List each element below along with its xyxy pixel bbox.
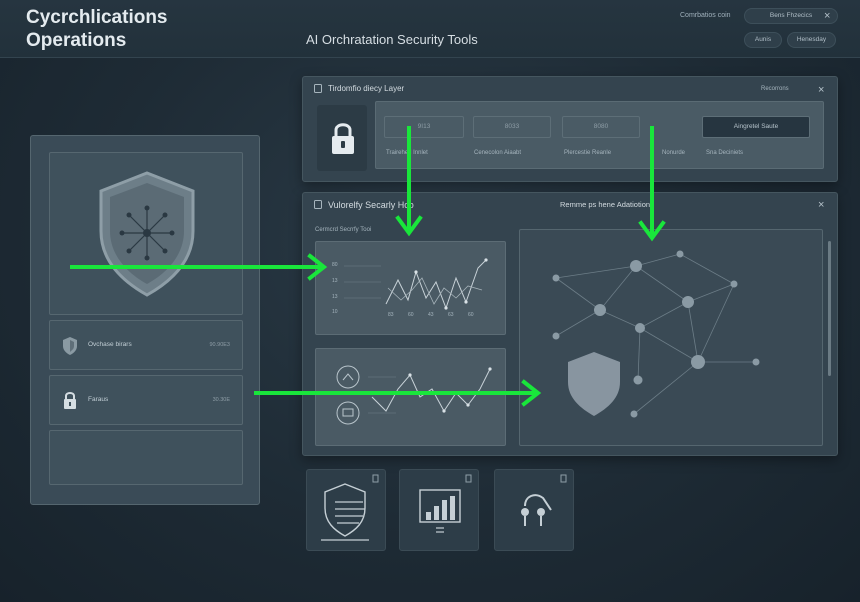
shield-card[interactable] (49, 152, 243, 315)
list-item-overview[interactable]: Ovchase birars 90.90E3 (49, 320, 243, 370)
id-field-3[interactable]: 8080 (562, 116, 640, 138)
lock-small-icon (314, 84, 322, 93)
top-pill-2-label: Aunis (754, 36, 772, 43)
page-title: AI Orchratation Security Tools (306, 32, 478, 47)
caption-4: Nonurde (662, 150, 686, 156)
top-pill-2[interactable]: Aunis (744, 32, 782, 48)
line-chart-1[interactable]: 80 13 13 10 83 60 43 63 60 (315, 241, 506, 335)
list-item-lock[interactable]: Faraus 30.30E (49, 375, 243, 425)
shield-icon (63, 337, 77, 355)
bottom-card-analytics[interactable] (399, 469, 479, 551)
app-title-line2: Operations (26, 30, 127, 51)
network-icon (521, 474, 567, 526)
identity-panel: Tirdomfio diecy Layer Recorrons × 9I13 8… (302, 76, 838, 182)
lock-tile (317, 105, 367, 171)
line-chart-2-graphic (336, 365, 492, 425)
remediation-title: Remme ps hene Adatiotion (560, 200, 651, 209)
id-field-4[interactable]: Aingretel Saute (702, 116, 810, 138)
shield-icon (568, 352, 620, 416)
close-icon[interactable]: × (818, 85, 824, 96)
top-pill-1-label: Bens Fhzecics (769, 12, 813, 19)
top-pill-3-label: Henesday (796, 36, 827, 43)
top-bar: Cycrchlications Operations AI Orchratati… (0, 0, 860, 58)
identity-fields-area: 9I13 8033 8080 Aingretel Saute Trairehed… (375, 101, 824, 169)
lock-small-icon (314, 200, 322, 209)
caption-2: Cenecolon Aiaabt (474, 150, 522, 156)
vulnerability-panel: Vulorelfy Secarly Hco Remme ps hene Adat… (302, 192, 838, 456)
caption-3: Plercestie Reanle (564, 150, 612, 156)
caption-5: Sna Deciniets (706, 150, 744, 156)
id-field-1[interactable]: 9I13 (384, 116, 464, 138)
app-title-line1: Cycrchlications (26, 7, 168, 28)
top-pill-3[interactable]: Henesday (787, 32, 836, 48)
line-chart-1-graphic (344, 258, 488, 310)
id-field-2[interactable]: 8033 (473, 116, 551, 138)
network-graph (552, 250, 760, 418)
chart-icon (419, 474, 472, 533)
scrollbar[interactable] (828, 241, 831, 376)
bottom-card-policy[interactable] (306, 469, 386, 551)
empty-card (49, 430, 243, 485)
lock-icon (64, 392, 76, 409)
list-item-value: 90.90E3 (209, 342, 231, 348)
identity-panel-title: Tirdomfio diecy Layer (328, 84, 405, 93)
lock-icon (332, 123, 354, 154)
app-title: Cycrchlications Operations (26, 6, 168, 52)
shield-document-icon (321, 474, 379, 541)
caption-1: Trairehed Innlet (386, 150, 428, 156)
list-item-value: 30.30E (212, 397, 230, 403)
left-panel: Ovchase birars 90.90E3 Faraus 30.30E (30, 135, 260, 505)
top-status-label: Comrbatios coin (680, 12, 731, 19)
recent-link[interactable]: Recorrons (761, 86, 789, 92)
close-icon[interactable]: × (818, 200, 824, 211)
bottom-card-network[interactable] (494, 469, 574, 551)
close-icon[interactable]: × (824, 11, 830, 22)
list-item-label: Ovchase birars (88, 341, 132, 348)
vulnerability-panel-title: Vulorelfy Secarly Hco (328, 200, 414, 210)
list-item-label: Faraus (88, 396, 109, 403)
shield-network-icon (99, 171, 195, 297)
section-label: Cermcrd Secrrfy Tooi (315, 227, 372, 233)
network-map[interactable] (519, 229, 823, 446)
line-chart-2[interactable] (315, 348, 506, 446)
